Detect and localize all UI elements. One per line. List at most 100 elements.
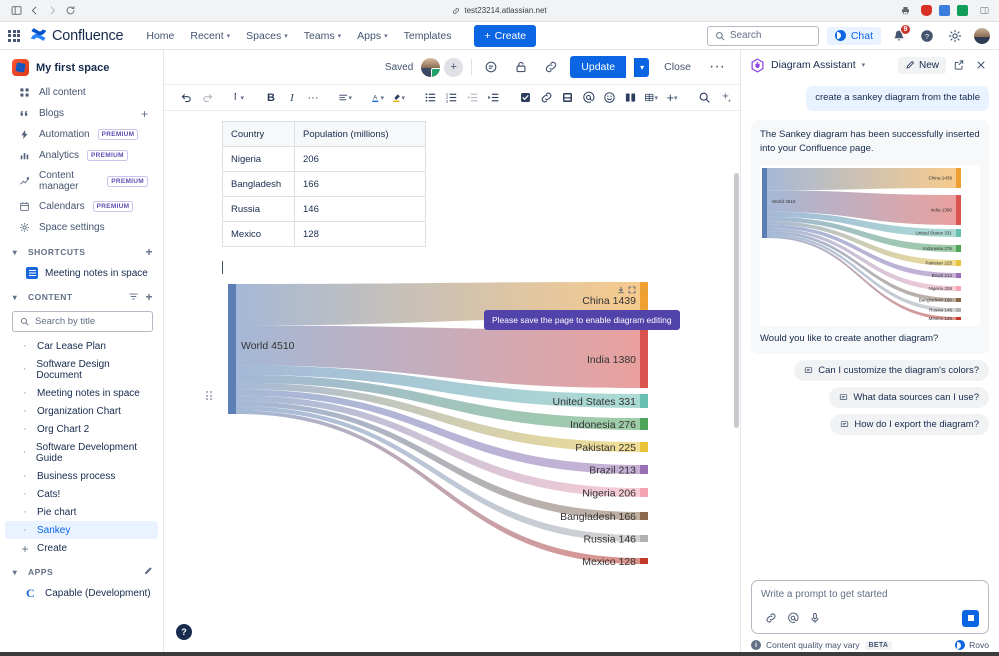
- redo-button[interactable]: [197, 88, 217, 108]
- update-options-button[interactable]: ▾: [634, 57, 650, 77]
- suggestion-chip-export[interactable]: How do I export the diagram?: [830, 413, 989, 435]
- new-chat-button[interactable]: New: [897, 56, 946, 74]
- table-button[interactable]: ▾: [641, 88, 661, 108]
- indent-button[interactable]: [483, 88, 503, 108]
- open-in-new-icon[interactable]: [949, 56, 968, 75]
- population-table[interactable]: Country Population (millions) Nigeria 20…: [222, 121, 426, 247]
- edit-apps-icon[interactable]: [143, 566, 153, 578]
- sidebar-item-analytics[interactable]: Analytics PREMIUM: [5, 145, 158, 166]
- content-search-input[interactable]: Search by title: [12, 311, 153, 332]
- page-item-pie-chart[interactable]: · Pie chart: [5, 503, 158, 521]
- chevron-down-icon[interactable]: ▾: [862, 61, 866, 69]
- nav-spaces[interactable]: Spaces ▾: [239, 26, 295, 46]
- forward-icon[interactable]: [43, 3, 61, 19]
- nav-home[interactable]: Home: [139, 26, 181, 46]
- mention-icon[interactable]: [783, 608, 803, 628]
- text-color-button[interactable]: A ▾: [367, 88, 387, 108]
- panel-ext-icon[interactable]: [975, 3, 993, 19]
- highlight-color-button[interactable]: ▾: [388, 88, 408, 108]
- add-content-icon[interactable]: +: [145, 291, 153, 303]
- add-blog-icon[interactable]: +: [141, 108, 148, 120]
- add-shortcut-icon[interactable]: +: [145, 246, 153, 258]
- edit-pencil-icon[interactable]: [639, 281, 647, 293]
- collapse-shortcuts-icon[interactable]: ▾: [8, 245, 22, 259]
- suggestion-chip-colors[interactable]: Can I customize the diagram's colors?: [794, 359, 989, 381]
- layout-button[interactable]: [620, 88, 640, 108]
- sidebar-item-content-manager[interactable]: Content manager PREMIUM: [5, 166, 158, 196]
- invite-people-button[interactable]: +: [444, 57, 464, 77]
- sidebar-item-space-settings[interactable]: Space settings: [5, 217, 158, 238]
- nav-recent[interactable]: Recent ▾: [183, 26, 237, 46]
- shortcut-item[interactable]: Meeting notes in space: [0, 263, 163, 283]
- sankey-diagram[interactable]: China 1439 India 1380 United States 331 Ind…: [226, 280, 686, 585]
- text-style-dropdown[interactable]: Normal text ▾: [229, 88, 249, 108]
- app-item-capable[interactable]: C Capable (Development): [0, 583, 163, 603]
- blue-ext-icon[interactable]: [939, 5, 950, 16]
- create-button[interactable]: + Create: [474, 24, 537, 47]
- restrictions-lock-icon[interactable]: [510, 56, 532, 78]
- sidebar-item-all-content[interactable]: All content: [5, 82, 158, 103]
- page-item-software-development-guide[interactable]: · Software Development Guide: [5, 438, 158, 467]
- numbered-list-button[interactable]: 123: [441, 88, 461, 108]
- collapse-content-icon[interactable]: ▾: [8, 290, 22, 304]
- reload-icon[interactable]: [61, 3, 79, 19]
- fullscreen-icon[interactable]: [628, 281, 636, 294]
- nav-teams[interactable]: Teams ▾: [297, 26, 348, 46]
- user-avatar[interactable]: [973, 26, 991, 45]
- italic-button[interactable]: I: [282, 88, 302, 108]
- sidebar-item-automation[interactable]: Automation PREMIUM: [5, 124, 158, 145]
- page-item-car-lease-plan[interactable]: · Car Lease Plan: [5, 337, 158, 355]
- nav-templates[interactable]: Templates: [397, 26, 459, 46]
- global-search-input[interactable]: Search: [706, 25, 819, 46]
- download-icon[interactable]: [617, 281, 625, 294]
- notifications-button[interactable]: 9: [889, 23, 911, 46]
- printer-ext-icon[interactable]: [896, 3, 914, 19]
- bullet-list-button[interactable]: [420, 88, 440, 108]
- page-item-org-chart-2[interactable]: · Org Chart 2: [5, 420, 158, 438]
- mention-button[interactable]: [578, 88, 598, 108]
- editor-canvas[interactable]: Country Population (millions) Nigeria 20…: [164, 111, 740, 656]
- filter-icon[interactable]: [128, 291, 139, 304]
- page-item-meeting-notes-in-space[interactable]: · Meeting notes in space: [5, 384, 158, 402]
- more-formatting-button[interactable]: ···: [303, 88, 323, 108]
- address-bar[interactable]: test23214.atlassian.net: [0, 6, 999, 15]
- send-button[interactable]: [962, 609, 979, 627]
- bold-button[interactable]: B: [261, 88, 281, 108]
- comment-icon[interactable]: [480, 56, 502, 78]
- sidebar-toggle-icon[interactable]: [7, 3, 25, 19]
- copy-link-icon[interactable]: [540, 56, 562, 78]
- sidebar-item-calendars[interactable]: Calendars PREMIUM: [5, 196, 158, 217]
- close-button[interactable]: Close: [657, 56, 698, 78]
- undo-button[interactable]: [176, 88, 196, 108]
- collapse-apps-icon[interactable]: ▾: [8, 565, 22, 579]
- back-icon[interactable]: [25, 3, 43, 19]
- shield-ext-icon[interactable]: [921, 5, 932, 16]
- update-button[interactable]: Update: [570, 56, 627, 78]
- ai-sparkle-button[interactable]: [715, 88, 735, 108]
- create-page-button[interactable]: + Create: [5, 539, 158, 558]
- assistant-diagram-preview[interactable]: China 1439 India 1380 United States 331 Ind…: [760, 165, 980, 326]
- insert-more-button[interactable]: + ▾: [662, 88, 682, 108]
- suggestion-chip-data-sources[interactable]: What data sources can I use?: [829, 386, 989, 408]
- help-fab-button[interactable]: ?: [176, 624, 192, 640]
- close-panel-icon[interactable]: [971, 56, 990, 75]
- page-item-organization-chart[interactable]: · Organization Chart: [5, 402, 158, 420]
- link-button[interactable]: [536, 88, 556, 108]
- settings-button[interactable]: [945, 26, 965, 46]
- more-options-icon[interactable]: ···: [706, 56, 728, 78]
- help-button[interactable]: ?: [917, 26, 937, 46]
- find-replace-button[interactable]: [694, 88, 714, 108]
- outdent-button[interactable]: [462, 88, 482, 108]
- space-header[interactable]: My first space: [0, 50, 163, 82]
- page-item-cats[interactable]: · Cats!: [5, 485, 158, 503]
- app-switcher-icon[interactable]: [8, 29, 20, 42]
- image-button[interactable]: [557, 88, 577, 108]
- page-item-business-process[interactable]: · Business process: [5, 467, 158, 485]
- attach-link-icon[interactable]: [761, 608, 781, 628]
- green-ext-icon[interactable]: [957, 5, 968, 16]
- page-item-software-design-document[interactable]: · Software Design Document: [5, 355, 158, 384]
- confluence-logo[interactable]: Confluence: [30, 27, 124, 45]
- microphone-icon[interactable]: [805, 608, 825, 628]
- nav-apps[interactable]: Apps ▾: [350, 26, 394, 46]
- prompt-input-box[interactable]: Write a prompt to get started: [751, 580, 989, 634]
